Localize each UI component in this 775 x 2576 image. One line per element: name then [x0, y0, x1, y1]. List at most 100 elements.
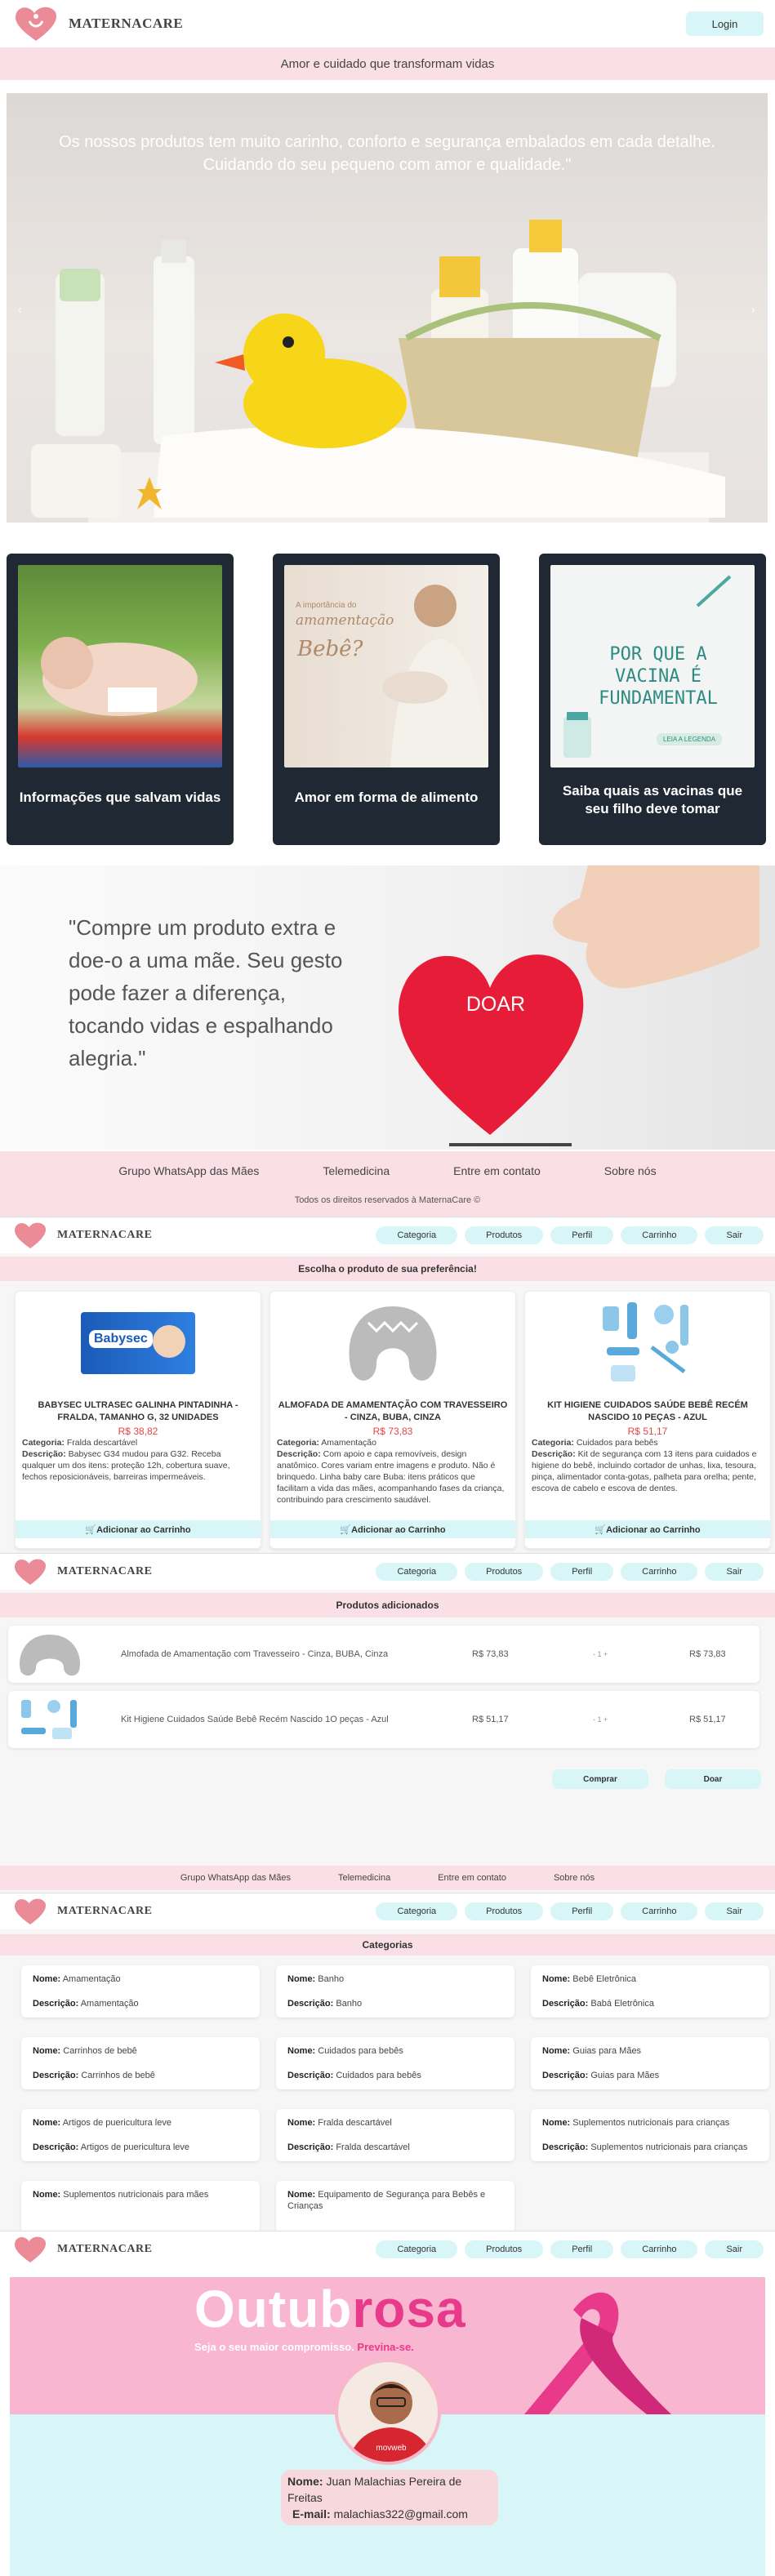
category-card[interactable]: Nome: Fralda descartável Descrição: Frald…: [276, 2109, 514, 2161]
nav-sair[interactable]: Sair: [705, 1226, 764, 1244]
nav-sair[interactable]: Sair: [705, 1902, 764, 1920]
cart-header: MATERNACARE Categoria Produtos Perfil Ca…: [0, 1554, 775, 1590]
footer-link-about[interactable]: Sobre nós: [554, 1873, 595, 1883]
category-card[interactable]: Nome: Artigos de puericultura leve Descri…: [21, 2109, 260, 2161]
nav-perfil[interactable]: Perfil: [550, 2240, 614, 2258]
nav-sair[interactable]: Sair: [705, 2240, 764, 2258]
nav-perfil[interactable]: Perfil: [550, 1563, 614, 1581]
footer-link-whatsapp[interactable]: Grupo WhatsApp das Mães: [180, 1873, 291, 1883]
product-1-price: R$ 38,82: [118, 1426, 158, 1437]
category-card[interactable]: Nome: Guias para Mães Descrição: Guias pa…: [531, 2037, 769, 2089]
category-card[interactable]: Nome: Banho Descrição: Banho: [276, 1965, 514, 2018]
category-description: Suplementos nutricionais para crianças: [590, 2142, 748, 2152]
logo[interactable]: MATERNACARE: [11, 1896, 152, 1927]
category-card[interactable]: Nome: Bebê Eletrônica Descrição: Babá Ele…: [531, 1965, 769, 2018]
heart-hand-illustration[interactable]: DOAR: [384, 865, 759, 1150]
desc-label: Descrição:: [542, 1999, 589, 2009]
profile-info: Nome: Juan Malachias Pereira de Freitas …: [281, 2470, 498, 2525]
product-3-name: KIT HIGIENE CUIDADOS SAÚDE BEBÊ RECÉM NA…: [547, 1400, 748, 1422]
banner-title-a: Outub: [194, 2280, 353, 2338]
profile-email: malachias322@gmail.com: [333, 2507, 468, 2520]
product-2-image: [270, 1298, 515, 1388]
category-card[interactable]: Nome: Suplementos nutricionais para cria…: [531, 2109, 769, 2161]
category-name: Artigos de puericultura leve: [62, 2118, 171, 2128]
product-3-image: [525, 1298, 770, 1388]
products-page: MATERNACARE Categoria Produtos Perfil Ca…: [0, 1217, 775, 1553]
product-2-category: Amamentação: [321, 1438, 376, 1448]
cart-item-2-total: R$ 51,17: [689, 1715, 726, 1724]
footer-link-about[interactable]: Sobre nós: [604, 1164, 657, 1177]
info-card-1[interactable]: Informações que salvam vidas: [7, 554, 234, 845]
nav-perfil[interactable]: Perfil: [550, 1902, 614, 1920]
info-card-2[interactable]: A importância do amamentação Bebê? Amor …: [273, 554, 500, 845]
footer-link-contact[interactable]: Entre em contato: [453, 1164, 541, 1177]
footer-link-telemedicine[interactable]: Telemedicina: [323, 1164, 390, 1177]
category-card[interactable]: Nome: Suplementos nutricionais para mães: [21, 2181, 260, 2231]
category-name: Cuidados para bebês: [318, 2046, 403, 2056]
footer-link-telemedicine[interactable]: Telemedicina: [338, 1873, 390, 1883]
hero-products-illustration: ‹ ›: [18, 220, 755, 523]
cart-item-1-name: Almofada de Amamentação com Travesseiro …: [121, 1649, 389, 1659]
name-label: Nome:: [287, 2475, 323, 2488]
info-card-3[interactable]: POR QUE A VACINA É FUNDAMENTAL LEIA A LE…: [539, 554, 766, 845]
add-to-cart-button[interactable]: 🛒Adicionar ao Carrinho: [270, 1520, 515, 1538]
footer-link-contact[interactable]: Entre em contato: [438, 1873, 506, 1883]
products-title: Escolha o produto de sua preferência!: [298, 1263, 477, 1275]
category-card[interactable]: Nome: Cuidados para bebês Descrição: Cuid…: [276, 2037, 514, 2089]
category-name: Banho: [318, 1974, 345, 1984]
name-label: Nome:: [33, 2190, 61, 2200]
hero-carousel[interactable]: Os nossos produtos tem muito carinho, co…: [7, 93, 768, 523]
category-card[interactable]: Nome: Amamentação Descrição: Amamentação: [21, 1965, 260, 2018]
nav-categoria[interactable]: Categoria: [376, 1226, 458, 1244]
cart-row: Kit Higiene Cuidados Saúde Bebê Recém Na…: [8, 1691, 759, 1748]
category-card[interactable]: Nome: Carrinhos de bebê Descrição: Carrin…: [21, 2037, 260, 2089]
info-cards: Informações que salvam vidas A importânc…: [0, 554, 775, 848]
logo[interactable]: MATERNACARE: [11, 3, 183, 44]
footer-link-whatsapp[interactable]: Grupo WhatsApp das Mães: [118, 1164, 259, 1177]
logo[interactable]: MATERNACARE: [11, 1556, 152, 1587]
nav-carrinho[interactable]: Carrinho: [621, 2240, 698, 2258]
brand-name: MATERNACARE: [57, 2243, 153, 2255]
logo[interactable]: MATERNACARE: [11, 1220, 152, 1251]
desc-label: Descrição:: [287, 2142, 334, 2152]
banner-sub-b: Previna-se.: [357, 2341, 414, 2353]
nav-produtos[interactable]: Produtos: [465, 1902, 544, 1920]
tagline-bar: Amor e cuidado que transformam vidas: [0, 47, 775, 80]
name-label: Nome:: [287, 1974, 316, 1984]
nav-categoria[interactable]: Categoria: [376, 2240, 458, 2258]
product-1-image: Babysec: [16, 1298, 261, 1388]
nav-carrinho[interactable]: Carrinho: [621, 1226, 698, 1244]
buy-button[interactable]: Comprar: [552, 1769, 648, 1789]
add-to-cart-button[interactable]: 🛒Adicionar ao Carrinho: [525, 1520, 770, 1538]
avatar[interactable]: movweb: [335, 2359, 441, 2465]
category-description: Amamentação: [80, 1999, 139, 2009]
nav-categoria[interactable]: Categoria: [376, 1563, 458, 1581]
category-card[interactable]: Nome: Equipamento de Segurança para Bebê…: [276, 2181, 514, 2231]
category-label: Categoria:: [532, 1438, 574, 1448]
category-description: Fralda descartável: [336, 2142, 410, 2152]
add-to-cart-button[interactable]: 🛒Adicionar ao Carrinho: [16, 1520, 261, 1538]
product-card-3: KIT HIGIENE CUIDADOS SAÚDE BEBÊ RECÉM NA…: [524, 1291, 771, 1549]
cart-item-2-qty[interactable]: - 1 +: [593, 1715, 689, 1724]
category-label: Categoria:: [277, 1438, 319, 1448]
donate-button[interactable]: Doar: [665, 1769, 761, 1789]
cart-row: Almofada de Amamentação com Travesseiro …: [8, 1626, 759, 1683]
nav-produtos[interactable]: Produtos: [465, 2240, 544, 2258]
nav-produtos[interactable]: Produtos: [465, 1563, 544, 1581]
cart-title: Produtos adicionados: [336, 1599, 439, 1611]
login-button[interactable]: Login: [686, 11, 764, 36]
nav-carrinho[interactable]: Carrinho: [621, 1563, 698, 1581]
nav-perfil[interactable]: Perfil: [550, 1226, 614, 1244]
nav-carrinho[interactable]: Carrinho: [621, 1902, 698, 1920]
name-label: Nome:: [33, 1974, 61, 1984]
logo[interactable]: MATERNACARE: [11, 2234, 152, 2265]
nav-produtos[interactable]: Produtos: [465, 1226, 544, 1244]
nav-categoria[interactable]: Categoria: [376, 1902, 458, 1920]
category-name: Amamentação: [62, 1974, 121, 1984]
brand-name: MATERNACARE: [57, 1905, 153, 1917]
product-2-name: ALMOFADA DE AMAMENTAÇÃO COM TRAVESSEIRO …: [278, 1400, 508, 1422]
category-label: Categoria:: [22, 1438, 65, 1448]
cart-item-1-qty[interactable]: - 1 +: [593, 1650, 689, 1658]
category-grid: Nome: Amamentação Descrição: Amamentação N…: [0, 1965, 775, 2231]
nav-sair[interactable]: Sair: [705, 1563, 764, 1581]
